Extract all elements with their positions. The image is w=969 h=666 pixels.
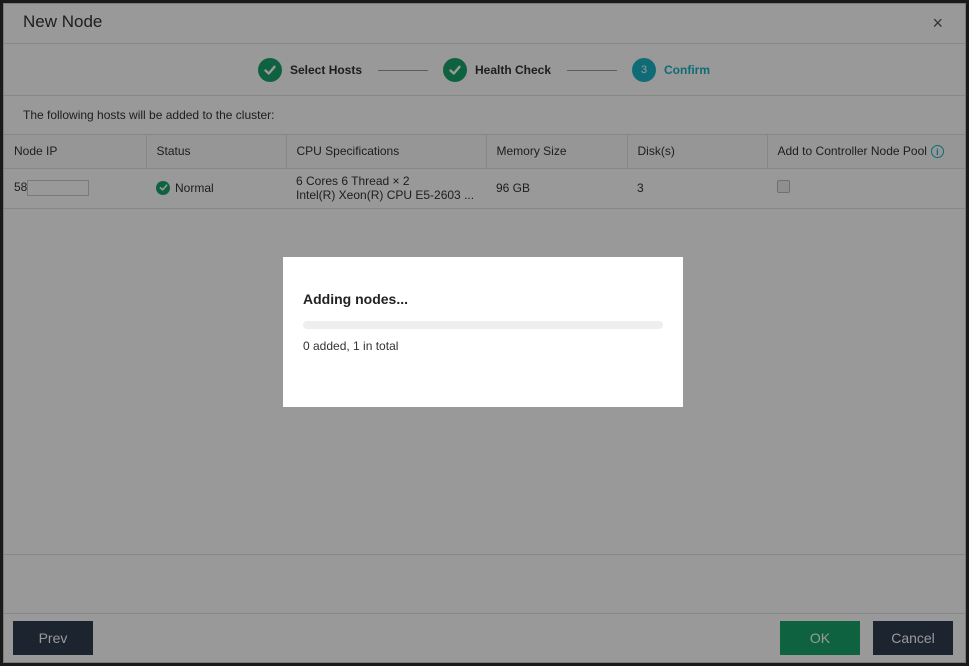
progress-status-text: 0 added, 1 in total: [303, 339, 399, 353]
modal-title: Adding nodes...: [303, 291, 408, 307]
progress-bar: [303, 321, 663, 329]
adding-nodes-modal: Adding nodes... 0 added, 1 in total: [283, 257, 683, 407]
